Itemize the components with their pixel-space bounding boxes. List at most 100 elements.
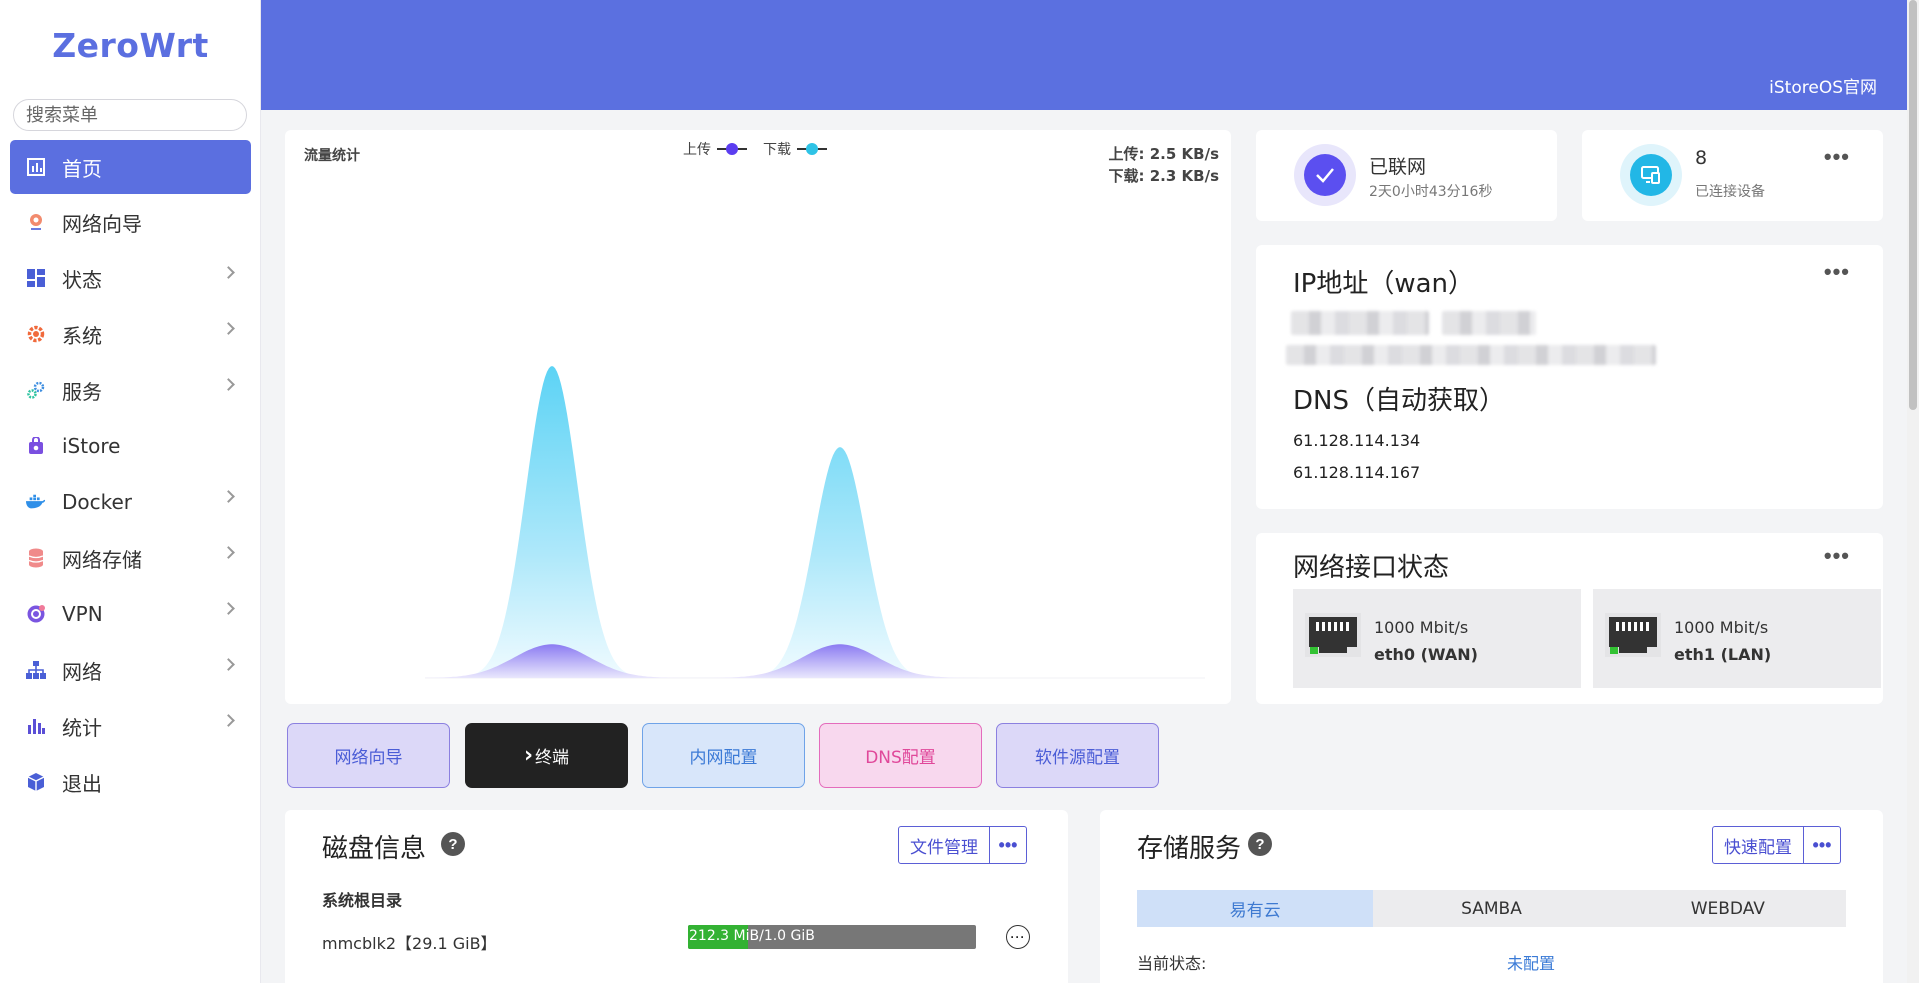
traffic-chart bbox=[425, 366, 1205, 679]
bar-chart-icon bbox=[26, 716, 46, 736]
status-label: 当前状态: bbox=[1137, 954, 1207, 973]
disk-options-icon[interactable]: ··· bbox=[1006, 925, 1030, 949]
traffic-card: 流量统计 上传 下载 上传: 2.5 KB/s 下载: 2.3 KB/s bbox=[285, 130, 1231, 704]
sidebar-item-6[interactable]: Docker bbox=[0, 474, 261, 530]
sidebar-item-4[interactable]: 服务 bbox=[0, 362, 261, 418]
storage-service-card: 存储服务 ? 快速配置 ••• 易有云 SAMBA WEBDAV 当前状态: 未… bbox=[1100, 810, 1883, 983]
legend-download-swatch bbox=[797, 143, 827, 155]
quick-button-4[interactable]: 软件源配置 bbox=[996, 723, 1159, 788]
sidebar-item-label: 首页 bbox=[62, 156, 102, 181]
sidebar-menu: 首页网络向导状态系统服务 iStore Docker 网络存储 VPN 网络统计退出 bbox=[0, 140, 261, 810]
network-tree-icon bbox=[26, 660, 46, 680]
sidebar-item-label: Docker bbox=[62, 490, 133, 514]
sidebar-item-label: 统计 bbox=[62, 715, 102, 740]
tab-webdav[interactable]: WEBDAV bbox=[1610, 890, 1846, 927]
chevron-right-icon bbox=[222, 378, 235, 391]
store-title: 存储服务 bbox=[1137, 834, 1242, 864]
quick-button-0[interactable]: 网络向导 bbox=[287, 723, 450, 788]
net-more-button[interactable]: ••• bbox=[1824, 543, 1850, 569]
sidebar: ZeroWrt 首页网络向导状态系统服务 iStore Docker 网络存储 VPN 网… bbox=[0, 0, 261, 983]
quick-button-1[interactable]: › 终端 bbox=[465, 723, 628, 788]
quick-button-label: 内网配置 bbox=[689, 748, 758, 768]
sidebar-item-label: 网络向导 bbox=[62, 211, 142, 236]
file-manager-button[interactable]: 文件管理 bbox=[899, 827, 990, 863]
disk-usage-text: 212.3 MiB/1.0 GiB bbox=[689, 928, 815, 944]
device-count: 8 bbox=[1695, 147, 1708, 169]
tab-samba[interactable]: SAMBA bbox=[1373, 890, 1609, 927]
chevron-right-icon bbox=[222, 714, 235, 727]
page-scrollbar[interactable] bbox=[1907, 0, 1919, 983]
ipv6-address-redacted bbox=[1286, 345, 1656, 365]
port-name: eth0 (WAN) bbox=[1374, 645, 1478, 664]
dns-title: DNS（自动获取） bbox=[1293, 386, 1505, 416]
istoreos-link[interactable]: iStoreOS官网 bbox=[1769, 73, 1877, 98]
sidebar-item-5[interactable]: iStore bbox=[0, 418, 261, 474]
top-header: iStoreOS官网 bbox=[261, 0, 1907, 110]
store-help-icon[interactable]: ? bbox=[1248, 832, 1272, 856]
network-interface-card: 网络接口状态 ••• 1000 Mbit/s eth0 (WAN) 1000 M… bbox=[1256, 533, 1883, 704]
devices-label: 已连接设备 bbox=[1695, 184, 1765, 200]
chevron-right-icon bbox=[222, 490, 235, 503]
quick-button-label: 网络向导 bbox=[334, 748, 403, 768]
chevron-right-icon bbox=[222, 322, 235, 335]
storage-tabs: 易有云 SAMBA WEBDAV bbox=[1137, 890, 1846, 927]
devices-card: 8 已连接设备 ••• bbox=[1582, 130, 1883, 221]
status-value[interactable]: 未配置 bbox=[1507, 950, 1555, 974]
sidebar-item-label: 系统 bbox=[62, 323, 102, 348]
quick-config-button[interactable]: 快速配置 bbox=[1713, 827, 1804, 863]
online-icon-wrap bbox=[1294, 144, 1356, 206]
sidebar-item-0[interactable]: 首页 bbox=[10, 140, 251, 194]
disk-info-card: 磁盘信息 ? 文件管理 ••• 系统根目录 mmcblk2【29.1 GiB】 … bbox=[285, 810, 1068, 983]
online-status-card: 已联网 2天0小时43分16秒 bbox=[1256, 130, 1557, 221]
devices-icon bbox=[1630, 154, 1672, 196]
disk-help-icon[interactable]: ? bbox=[441, 832, 465, 856]
store-more-button[interactable]: ••• bbox=[1804, 827, 1840, 863]
terminal-icon: › bbox=[523, 743, 534, 768]
scrollbar-thumb[interactable] bbox=[1909, 0, 1917, 410]
sidebar-item-label: 网络 bbox=[62, 659, 102, 684]
legend-download[interactable]: 下载 bbox=[763, 139, 827, 159]
port-speed: 1000 Mbit/s bbox=[1374, 618, 1469, 637]
sidebar-item-2[interactable]: 状态 bbox=[0, 250, 261, 306]
ethernet-port-icon bbox=[1605, 613, 1661, 657]
vpn-icon bbox=[26, 604, 46, 624]
disk-device: mmcblk2【29.1 GiB】 bbox=[322, 934, 497, 953]
legend-upload[interactable]: 上传 bbox=[683, 139, 747, 159]
sidebar-item-label: 网络存储 bbox=[62, 547, 142, 572]
chevron-right-icon bbox=[222, 602, 235, 615]
port-eth0[interactable]: 1000 Mbit/s eth0 (WAN) bbox=[1293, 589, 1581, 688]
docker-icon bbox=[26, 492, 46, 512]
upload-rate: 上传: 2.5 KB/s bbox=[1108, 145, 1219, 163]
ip-more-button[interactable]: ••• bbox=[1824, 259, 1850, 285]
brand-logo[interactable]: ZeroWrt bbox=[0, 26, 261, 65]
uptime-text: 2天0小时43分16秒 bbox=[1369, 184, 1493, 200]
port-eth1[interactable]: 1000 Mbit/s eth1 (LAN) bbox=[1593, 589, 1881, 688]
sidebar-item-11[interactable]: 退出 bbox=[0, 754, 261, 810]
sidebar-item-9[interactable]: 网络 bbox=[0, 642, 261, 698]
chevron-right-icon bbox=[222, 266, 235, 279]
quick-button-label: 终端 bbox=[535, 748, 570, 768]
tab-yiyouyun[interactable]: 易有云 bbox=[1137, 890, 1374, 927]
grid-icon bbox=[26, 268, 46, 288]
database-icon bbox=[26, 548, 46, 568]
quick-button-label: DNS配置 bbox=[865, 748, 936, 768]
search-input[interactable] bbox=[13, 99, 247, 131]
sidebar-item-1[interactable]: 网络向导 bbox=[0, 194, 261, 250]
sidebar-item-3[interactable]: 系统 bbox=[0, 306, 261, 362]
sidebar-item-10[interactable]: 统计 bbox=[0, 698, 261, 754]
ip-title: IP地址（wan） bbox=[1293, 269, 1475, 299]
online-title: 已联网 bbox=[1369, 156, 1427, 178]
bag-icon bbox=[26, 436, 46, 456]
traffic-title: 流量统计 bbox=[304, 148, 360, 164]
sidebar-item-8[interactable]: VPN bbox=[0, 586, 261, 642]
port-name: eth1 (LAN) bbox=[1674, 645, 1772, 664]
quick-button-3[interactable]: DNS配置 bbox=[819, 723, 982, 788]
devices-more-button[interactable]: ••• bbox=[1824, 144, 1850, 170]
legend-download-label: 下载 bbox=[763, 142, 791, 158]
sidebar-item-7[interactable]: 网络存储 bbox=[0, 530, 261, 586]
chevron-right-icon bbox=[222, 546, 235, 559]
dns-server-2: 61.128.114.167 bbox=[1293, 463, 1421, 482]
quick-button-2[interactable]: 内网配置 bbox=[642, 723, 805, 788]
disk-more-button[interactable]: ••• bbox=[990, 827, 1026, 863]
series-download-area[interactable] bbox=[425, 366, 1205, 678]
